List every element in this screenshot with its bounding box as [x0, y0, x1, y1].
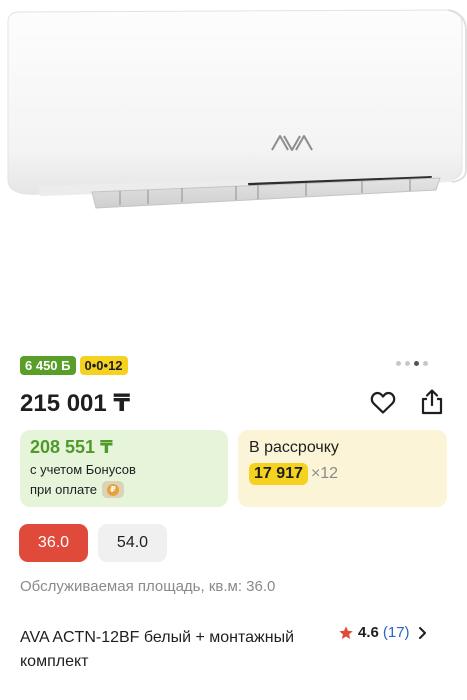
- heart-outline-icon: [370, 391, 396, 414]
- air-conditioner-illustration: [7, 9, 467, 209]
- bonus-price: 208 551 ₸: [30, 437, 113, 457]
- gallery-dot[interactable]: [423, 361, 428, 366]
- favorite-button[interactable]: [368, 388, 398, 418]
- installment-months: ×12: [310, 465, 339, 482]
- rating-link[interactable]: 4.6 (17): [338, 624, 427, 641]
- share-button[interactable]: [417, 387, 447, 417]
- bonus-price-card[interactable]: 208 551 ₸ с учетом Бонусов при оплате ₽: [20, 430, 228, 507]
- product-price: 215 001 ₸: [20, 390, 131, 417]
- area-option-selected[interactable]: 36.0: [19, 524, 88, 562]
- gallery-dot[interactable]: [405, 361, 410, 366]
- bonus-caption: с учетом Бонусов: [30, 462, 136, 477]
- chevron-right-icon: [418, 626, 427, 640]
- star-icon: [338, 625, 354, 641]
- gallery-dot[interactable]: [396, 361, 401, 366]
- payment-caption-text: при оплате: [30, 482, 97, 497]
- installment-title: В рассрочку: [249, 439, 339, 456]
- review-count[interactable]: (17): [383, 624, 410, 641]
- promo-badges: 6 450 Б 0•0•12: [20, 356, 128, 375]
- bonus-badge: 6 450 Б: [20, 356, 76, 375]
- gallery-dot-active[interactable]: [414, 361, 419, 366]
- product-title: AVA ACTN-12BF белый + монтажный комплект: [20, 629, 295, 670]
- installment-row: 17 917 ×12: [249, 463, 338, 485]
- product-image[interactable]: [0, 0, 467, 345]
- share-icon: [421, 389, 443, 415]
- area-option[interactable]: 54.0: [98, 524, 167, 562]
- installment-badge: 0•0•12: [79, 356, 128, 375]
- gallery-pagination[interactable]: [396, 361, 428, 366]
- payment-method-chip: ₽: [101, 481, 124, 498]
- installment-card[interactable]: В рассрочку 17 917 ×12: [238, 430, 447, 507]
- area-label: Обслуживаемая площадь, кв.м: 36.0: [20, 578, 276, 595]
- rating-value: 4.6: [358, 624, 379, 641]
- coin-icon: ₽: [106, 483, 119, 496]
- installment-amount: 17 917: [249, 463, 308, 485]
- payment-caption: при оплате ₽: [30, 481, 124, 498]
